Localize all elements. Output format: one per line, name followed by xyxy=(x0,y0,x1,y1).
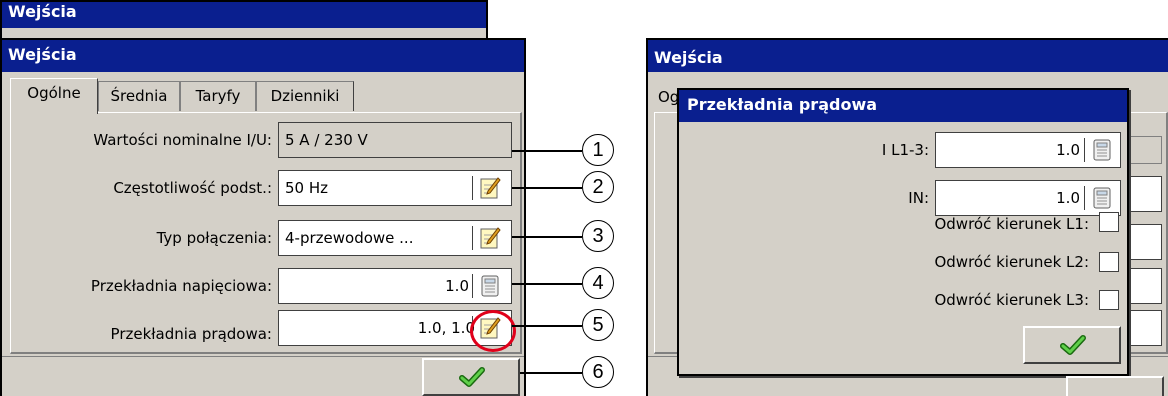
nominal-values-value: 5 A / 230 V xyxy=(285,131,368,149)
callout-6: 6 xyxy=(582,356,614,388)
connection-type-value: 4-przewodowe ... xyxy=(285,229,414,247)
callout-line-2 xyxy=(512,187,582,189)
il13-value: 1.0 xyxy=(1056,141,1080,159)
connection-type-field[interactable]: 4-przewodowe ... xyxy=(278,220,512,256)
background-field-edge xyxy=(1126,136,1162,164)
base-frequency-label: Częstotliwość podst.: xyxy=(113,179,272,197)
callout-1: 1 xyxy=(582,134,614,166)
callout-line-1 xyxy=(512,150,582,152)
tab-tariffs[interactable]: Taryfy xyxy=(180,81,256,111)
current-ratio-label: Przekładnia prądowa: xyxy=(110,325,272,343)
nominal-values-label: Wartości nominalne I/U: xyxy=(93,131,272,149)
background-window-title: Wejścia xyxy=(2,2,486,28)
callout-4: 4 xyxy=(582,267,614,299)
callout-line-6 xyxy=(520,372,582,374)
background-window-title: Wejścia xyxy=(648,40,1168,72)
field-separator xyxy=(472,274,473,298)
tab-average[interactable]: Średnia xyxy=(98,81,180,111)
background-window: Wejścia xyxy=(0,0,488,42)
invert-l3-label: Odwróć kierunek L3: xyxy=(934,291,1089,309)
il13-field[interactable]: 1.0 xyxy=(935,132,1121,168)
tab-logs[interactable]: Dzienniki xyxy=(256,81,354,111)
invert-l1-label: Odwróć kierunek L1: xyxy=(934,215,1089,233)
callout-2: 2 xyxy=(582,171,614,203)
background-field-edge xyxy=(1126,224,1162,260)
ok-button[interactable] xyxy=(422,358,520,396)
field-separator xyxy=(472,226,473,250)
connection-type-label: Typ połączenia: xyxy=(156,229,272,247)
keypad-icon[interactable] xyxy=(1091,186,1113,210)
il13-label: I L1-3: xyxy=(881,141,929,159)
callout-3: 3 xyxy=(582,220,614,252)
checkmark-icon xyxy=(459,367,485,387)
callout-line-3 xyxy=(512,236,582,238)
base-frequency-value: 50 Hz xyxy=(285,179,329,197)
invert-l2-checkbox[interactable] xyxy=(1099,252,1119,272)
voltage-ratio-value: 1.0 xyxy=(445,277,469,295)
voltage-ratio-field[interactable]: 1.0 xyxy=(278,268,512,304)
callout-line-5 xyxy=(512,325,582,327)
background-field-edge xyxy=(1126,310,1162,346)
highlight-circle xyxy=(470,310,516,352)
keypad-icon[interactable] xyxy=(1091,138,1113,162)
current-ratio-dialog: Przekładnia prądowa I L1-3: 1.0 IN: 1.0 … xyxy=(677,88,1129,376)
invert-l3-checkbox[interactable] xyxy=(1099,290,1119,310)
edit-icon[interactable] xyxy=(479,226,501,250)
field-separator xyxy=(1084,186,1085,210)
inputs-window: Wejścia Ogólne Średnia Taryfy Dzienniki … xyxy=(0,38,526,396)
background-field-edge xyxy=(1126,176,1162,212)
field-separator xyxy=(472,176,473,200)
current-ratio-value: 1.0, 1.0 xyxy=(417,319,475,337)
field-separator xyxy=(1084,138,1085,162)
dialog-ok-button[interactable] xyxy=(1023,326,1121,364)
callout-5: 5 xyxy=(582,309,614,341)
base-frequency-field[interactable]: 50 Hz xyxy=(278,170,512,206)
dialog-title: Przekładnia prądowa xyxy=(679,90,1127,122)
checkmark-icon xyxy=(1060,335,1086,355)
bottom-divider xyxy=(2,356,524,357)
nominal-values-field: 5 A / 230 V xyxy=(278,122,512,158)
callout-line-4 xyxy=(512,283,582,285)
background-ok-button xyxy=(1066,376,1164,396)
invert-l1-checkbox[interactable] xyxy=(1099,212,1119,232)
tab-general[interactable]: Ogólne xyxy=(10,78,98,114)
edit-icon[interactable] xyxy=(479,176,501,200)
voltage-ratio-label: Przekładnia napięciowa: xyxy=(90,277,272,295)
window-title: Wejścia xyxy=(2,40,524,72)
background-field-edge xyxy=(1126,268,1162,304)
invert-l2-label: Odwróć kierunek L2: xyxy=(934,253,1089,271)
keypad-icon[interactable] xyxy=(479,274,501,298)
